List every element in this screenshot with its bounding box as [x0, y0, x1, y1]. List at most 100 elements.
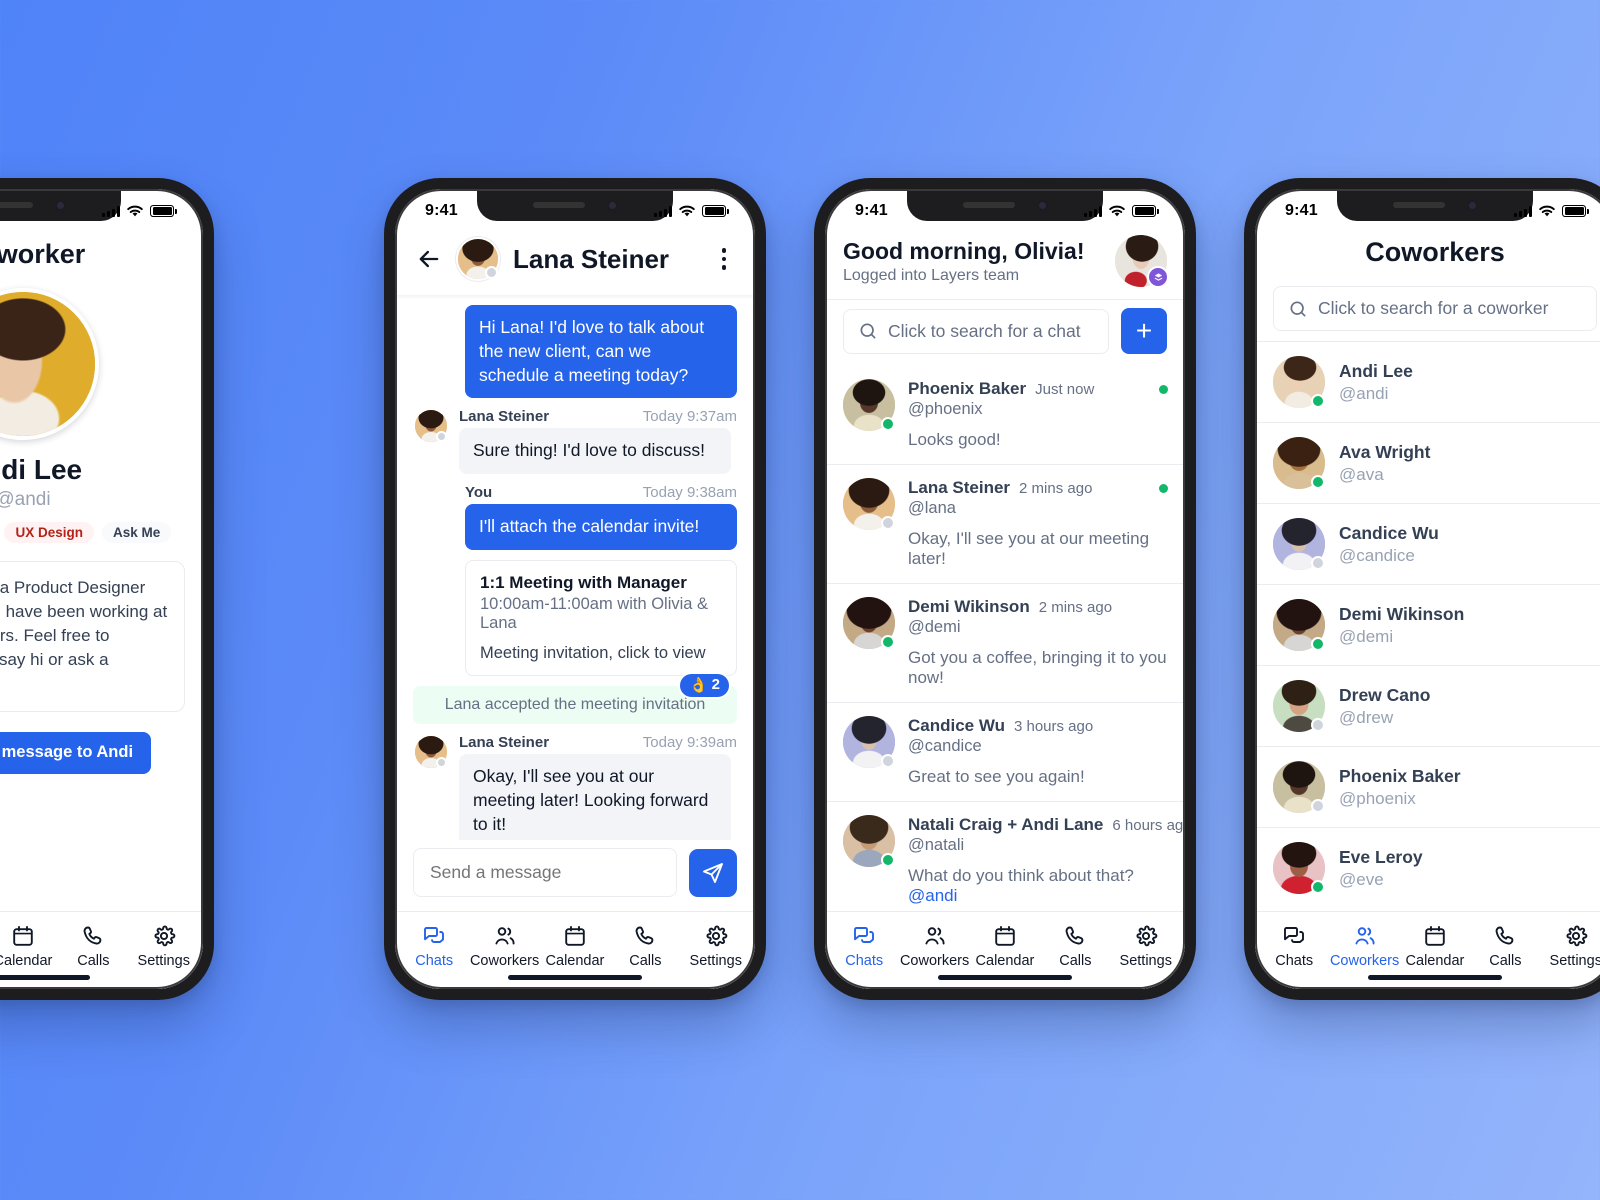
coworker-name: Phoenix Baker: [1339, 765, 1461, 786]
chat-name: Phoenix Baker: [908, 379, 1027, 398]
tab-calendar[interactable]: Calendar: [1400, 924, 1470, 969]
kebab-menu-icon[interactable]: [713, 248, 735, 270]
message-meta: Lana Steiner Today 9:37am: [459, 408, 737, 425]
chat-preview: Okay, I'll see you at our meeting later!: [908, 529, 1150, 568]
send-message-button[interactable]: Send a message to Andi: [0, 731, 152, 774]
chat-handle: @natali: [908, 836, 965, 854]
wifi-icon: [1539, 205, 1555, 216]
tab-calls[interactable]: Calls: [610, 924, 680, 969]
battery-icon: [1132, 205, 1157, 217]
coworker-search-row: Click to search for a coworker: [1255, 278, 1600, 341]
tab-calendar[interactable]: Calendar: [970, 924, 1040, 969]
screen-profile: 41 Coworker Andi Lee @andi Product Desig…: [0, 189, 203, 989]
tab-chats[interactable]: Chats: [829, 924, 899, 969]
coworker-handle: @demi: [1339, 626, 1394, 646]
coworkers-icon: [925, 927, 945, 945]
tab-calendar[interactable]: Calendar: [540, 924, 610, 969]
chat-list-item[interactable]: Candice Wu 3 hours ago @candice Great to…: [825, 702, 1185, 801]
reaction-badge[interactable]: 👌 2: [677, 671, 731, 699]
chat-handle: @phoenix: [908, 400, 983, 418]
coworker-name: Eve Leroy: [1339, 846, 1423, 867]
chat-list-item[interactable]: Lana Steiner 2 mins ago @lana Okay, I'll…: [825, 464, 1185, 583]
coworker-handle: @ava: [1339, 464, 1384, 484]
battery-icon: [150, 205, 175, 217]
search-chat-box[interactable]: Click to search for a chat: [843, 308, 1109, 354]
coworker-name: Ava Wright: [1339, 441, 1431, 462]
message-composer: [395, 840, 755, 911]
send-icon: [703, 862, 723, 883]
tab-label: Coworkers: [469, 953, 540, 969]
tab-calls[interactable]: Calls: [1040, 924, 1110, 969]
tab-calendar[interactable]: Calendar: [0, 924, 58, 969]
coworker-list-item[interactable]: Drew Cano @drew: [1255, 665, 1600, 746]
message-sender: Lana Steiner: [459, 408, 550, 426]
team-badge-icon: [1147, 266, 1169, 288]
tab-settings[interactable]: Settings: [129, 924, 199, 969]
meeting-invite-card[interactable]: 1:1 Meeting with Manager 10:00am-11:00am…: [465, 559, 737, 676]
status-time: 9:41: [1285, 202, 1318, 219]
coworker-name: Drew Cano: [1339, 684, 1431, 705]
tab-coworkers[interactable]: Coworkers: [1329, 924, 1399, 969]
greeting-header: Good morning, Olivia! Logged into Layers…: [825, 233, 1185, 299]
signal-icon: [1084, 205, 1103, 217]
coworker-body: Demi Wikinson @demi: [1339, 604, 1464, 647]
coworker-avatar: [1273, 518, 1325, 570]
send-button[interactable]: [689, 848, 737, 897]
message-input[interactable]: [413, 848, 677, 897]
tab-label: Calendar: [545, 953, 605, 969]
chat-list-item[interactable]: Phoenix Baker Just now @phoenix Looks go…: [825, 366, 1185, 464]
coworker-handle: @andi: [1339, 383, 1389, 403]
chat-line1: Phoenix Baker Just now: [908, 379, 1167, 399]
search-placeholder: Click to search for a chat: [888, 320, 1081, 341]
chat-avatar: [843, 379, 895, 431]
chat-mention[interactable]: @andi: [908, 886, 957, 905]
coworker-list-item[interactable]: Eve Leroy @eve: [1255, 827, 1600, 908]
tab-label: Chats: [1275, 953, 1314, 969]
search-coworker-box[interactable]: Click to search for a coworker: [1273, 286, 1597, 331]
coworkers-icon: [1355, 927, 1375, 945]
tab-label: Settings: [1549, 953, 1600, 969]
coworker-list-item[interactable]: Demi Wikinson @demi: [1255, 584, 1600, 665]
tab-settings[interactable]: Settings: [681, 924, 751, 969]
message-meta: Lana Steiner Today 9:39am: [459, 734, 737, 751]
chat-list-item[interactable]: Natali Craig + Andi Lane 6 hours ago @na…: [825, 801, 1185, 911]
tab-label: Calendar: [975, 953, 1035, 969]
new-chat-button[interactable]: +: [1121, 308, 1167, 354]
settings-icon: [706, 925, 728, 947]
coworker-name: Demi Wikinson: [1339, 603, 1465, 624]
message-time: Today 9:37am: [642, 408, 737, 426]
coworker-list-item[interactable]: Phoenix Baker @phoenix: [1255, 746, 1600, 827]
chat-name: Lana Steiner: [908, 478, 1011, 497]
coworker-list-item[interactable]: Ava Wright @ava: [1255, 422, 1600, 503]
tab-calls[interactable]: Calls: [58, 924, 128, 969]
tag-pill[interactable]: Ask Me: [102, 522, 172, 543]
battery-icon: [702, 205, 727, 217]
tab-coworkers[interactable]: Coworkers: [899, 924, 969, 969]
coworker-name: Andi Lee: [1339, 360, 1413, 381]
tab-settings[interactable]: Settings: [1111, 924, 1181, 969]
chat-list-item[interactable]: Demi Wikinson 2 mins ago @demi Got you a…: [825, 583, 1185, 702]
tab-chats[interactable]: Chats: [1259, 924, 1329, 969]
chats-icon: [1284, 927, 1305, 943]
profile-tags: Product Design UX Design Ask Me: [0, 522, 172, 543]
user-avatar[interactable]: [1115, 235, 1169, 288]
chats-icon: [424, 927, 445, 943]
tab-bar: Chats Coworkers Calendar Calls Settings: [395, 911, 755, 989]
tab-calls[interactable]: Calls: [1470, 924, 1540, 969]
settings-icon: [154, 925, 176, 947]
back-arrow-icon[interactable]: [415, 245, 443, 273]
tab-settings[interactable]: Settings: [1541, 924, 1600, 969]
phone-coworkers: 9:41 Coworkers Click to search for a cow…: [1244, 178, 1600, 1000]
tab-coworkers[interactable]: Coworkers: [469, 924, 539, 969]
coworker-list-item[interactable]: Andi Lee @andi: [1255, 342, 1600, 422]
chat-avatar: [456, 237, 500, 281]
coworker-list-item[interactable]: Candice Wu @candice: [1255, 503, 1600, 584]
tab-chats[interactable]: Chats: [399, 924, 469, 969]
message-sender: Lana Steiner: [459, 733, 550, 751]
calendar-icon: [13, 926, 33, 946]
tag-pill[interactable]: UX Design: [4, 522, 94, 543]
chat-header: Lana Steiner: [395, 233, 755, 295]
invite-subtitle: 10:00am-11:00am with Olivia & Lana: [480, 594, 709, 632]
chat-preview-text: What do you think about that?: [908, 866, 1134, 885]
greeting-text: Good morning, Olivia! Logged into Layers…: [843, 238, 1103, 285]
